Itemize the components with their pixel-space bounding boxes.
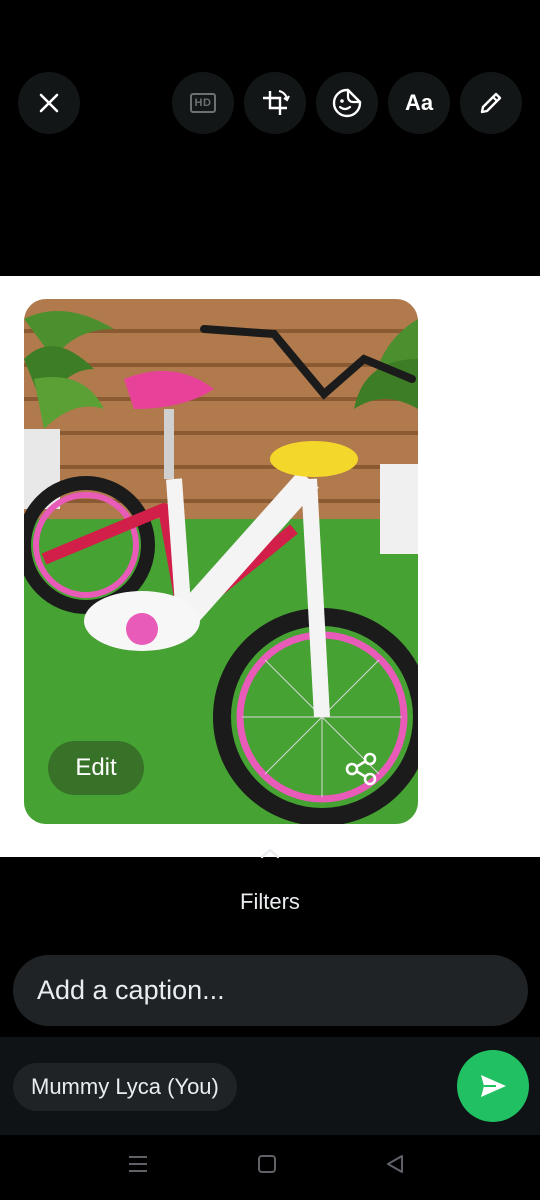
hd-quality-button[interactable]: HD [172,72,234,134]
sticker-icon [332,88,362,118]
crop-rotate-icon [263,90,290,115]
crop-rotate-button[interactable] [244,72,306,134]
pencil-icon [480,92,502,114]
top-toolbar: HD Aa [0,0,540,276]
draw-button[interactable] [460,72,522,134]
chevron-up-icon[interactable] [258,846,282,860]
text-button[interactable]: Aa [388,72,450,134]
back-icon[interactable] [384,1153,406,1175]
home-icon[interactable] [256,1153,278,1175]
filters-label[interactable]: Filters [0,889,540,915]
bicycle-photo[interactable]: Edit [24,299,418,824]
recipient-bar: Mummy Lyca (You) [0,1037,540,1135]
caption-placeholder: Add a caption... [37,975,225,1005]
recipient-name: Mummy Lyca (You) [31,1074,219,1099]
close-button[interactable] [18,72,80,134]
hd-label: HD [189,93,217,113]
share-icon[interactable] [344,751,380,787]
send-icon [481,1075,506,1097]
media-preview-area: Edit [0,276,540,857]
recents-icon[interactable] [127,1153,149,1175]
text-label: Aa [404,90,434,115]
close-icon [39,93,59,113]
caption-input[interactable]: Add a caption... [13,955,528,1026]
system-navigation-bar [0,1135,540,1200]
recipient-chip[interactable]: Mummy Lyca (You) [13,1063,237,1111]
edit-label: Edit [75,754,117,781]
edit-button[interactable]: Edit [48,741,144,795]
sticker-button[interactable] [316,72,378,134]
send-button[interactable] [457,1050,529,1122]
